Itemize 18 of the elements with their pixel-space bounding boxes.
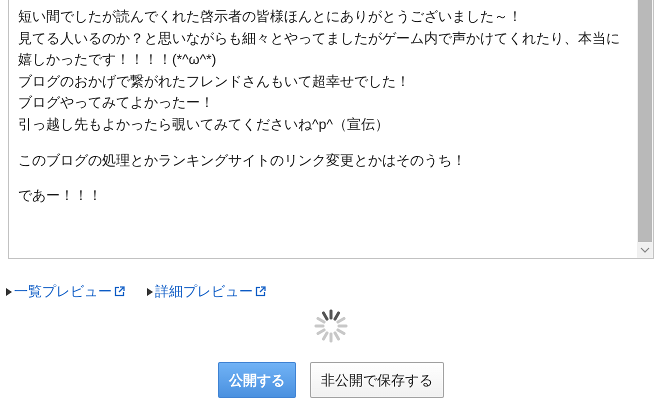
body-text-line: このブログの処理とかランキングサイトのリンク変更とかはそのうち！ (18, 150, 466, 170)
body-text-line: 嬉しかったです！！！！(*^ω^*) (18, 50, 216, 70)
loading-spinner-icon (314, 309, 348, 343)
body-text-line: 短い間でしたが読んでくれた啓示者の皆様ほんとにありがとうございました～！ (18, 7, 522, 26)
body-text-line: ブログのおかげで繋がれたフレンドさんもいて超幸せでした！ (18, 72, 410, 91)
body-text-line: 引っ越し先もよかったら覗いてみてくださいね^p^（宣伝） (18, 114, 389, 134)
body-text-line: 見てる人いるのか？と思いながらも細々とやってましたがゲーム内で声かけてくれたり、本当に (18, 28, 620, 48)
body-text-line: ブログやってみてよかったー！ (18, 93, 214, 112)
body-text-line: であー！！！ (18, 186, 102, 206)
triangle-icon (6, 288, 12, 296)
external-link-icon (114, 286, 125, 297)
save-private-button[interactable]: 非公開で保存する (310, 362, 444, 398)
scrollbar[interactable] (637, 0, 653, 258)
preview-link[interactable]: 詳細プレビュー (155, 281, 266, 302)
preview-link[interactable]: 一覧プレビュー (14, 281, 125, 302)
post-body-textarea[interactable] (8, 0, 654, 259)
triangle-icon (147, 288, 153, 296)
external-link-icon (255, 286, 266, 297)
